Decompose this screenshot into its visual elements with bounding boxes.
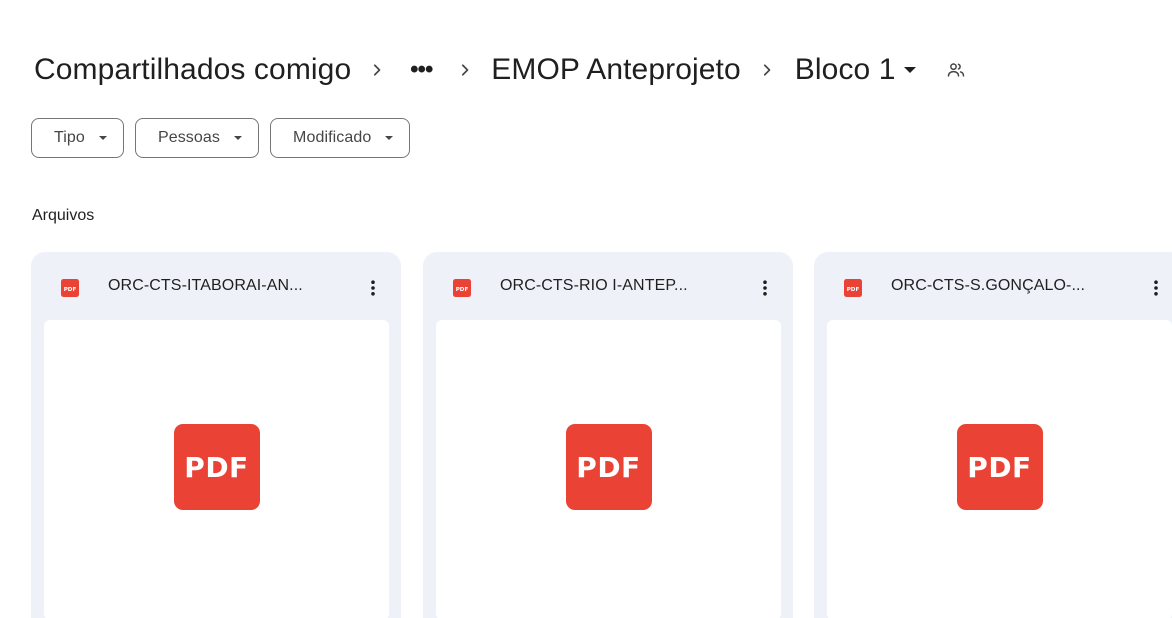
filter-people-chip[interactable]: Pessoas <box>134 118 260 158</box>
more-vert-icon <box>763 280 767 296</box>
people-outline-icon[interactable] <box>944 58 968 82</box>
pdf-icon: PDF <box>60 278 80 298</box>
file-card[interactable]: PDF ORC-CTS-ITABORAI-AN... PDF <box>31 252 401 618</box>
more-vert-icon <box>1154 280 1158 296</box>
pdf-thumbnail-icon: PDF <box>956 424 1043 510</box>
chevron-right-icon <box>743 48 791 92</box>
file-name: ORC-CTS-ITABORAI-AN... <box>108 277 303 294</box>
more-options-button[interactable] <box>353 268 393 308</box>
pdf-icon: PDF <box>843 278 863 298</box>
filter-modified-label: Modificado <box>293 129 372 146</box>
file-card[interactable]: PDF ORC-CTS-S.GONÇALO-... PDF <box>814 252 1172 618</box>
svg-text:PDF: PDF <box>847 287 860 293</box>
files-section-title: Arquivos <box>32 207 95 224</box>
filter-modified-chip[interactable]: Modificado <box>270 118 411 158</box>
file-card[interactable]: PDF ORC-CTS-RIO I-ANTEP... PDF <box>423 252 793 618</box>
filter-type-chip[interactable]: Tipo <box>31 118 124 158</box>
caret-down-icon <box>385 136 394 140</box>
chevron-right-icon <box>353 48 401 92</box>
more-vert-icon <box>371 280 375 296</box>
current-folder-menu-button[interactable]: Bloco 1 <box>791 53 920 87</box>
file-card-header: PDF ORC-CTS-S.GONÇALO-... <box>814 252 1172 320</box>
file-preview-thumbnail[interactable]: PDF <box>436 320 781 618</box>
breadcrumb-emop-anteprojeto[interactable]: EMOP Anteprojeto <box>489 53 743 87</box>
file-card-header: PDF ORC-CTS-RIO I-ANTEP... <box>423 252 793 320</box>
filter-people-label: Pessoas <box>157 129 221 146</box>
breadcrumb: Compartilhados comigo ••• EMOP Anteproje… <box>32 48 968 92</box>
breadcrumb-more-button[interactable]: ••• <box>401 48 441 92</box>
caret-down-icon <box>234 136 243 140</box>
current-folder-name: Bloco 1 <box>794 53 896 86</box>
file-preview-thumbnail[interactable]: PDF <box>827 320 1172 618</box>
pdf-thumbnail-icon: PDF <box>173 424 260 510</box>
svg-text:PDF: PDF <box>456 287 469 293</box>
more-options-button[interactable] <box>745 268 785 308</box>
filter-type-label: Tipo <box>54 129 85 146</box>
svg-text:PDF: PDF <box>64 287 77 293</box>
drive-folder-view: Compartilhados comigo ••• EMOP Anteproje… <box>0 0 1172 618</box>
file-card-header: PDF ORC-CTS-ITABORAI-AN... <box>31 252 401 320</box>
pdf-icon: PDF <box>452 278 472 298</box>
file-preview-thumbnail[interactable]: PDF <box>44 320 389 618</box>
pdf-thumbnail-icon: PDF <box>565 424 652 510</box>
caret-down-icon <box>903 67 916 73</box>
caret-down-icon <box>98 136 107 140</box>
filter-bar: Tipo Pessoas Modificado <box>31 118 411 158</box>
file-name: ORC-CTS-S.GONÇALO-... <box>891 277 1086 294</box>
breadcrumb-shared-with-me[interactable]: Compartilhados comigo <box>32 53 353 87</box>
file-name: ORC-CTS-RIO I-ANTEP... <box>500 277 688 294</box>
chevron-right-icon <box>441 48 489 92</box>
more-options-button[interactable] <box>1136 268 1172 308</box>
